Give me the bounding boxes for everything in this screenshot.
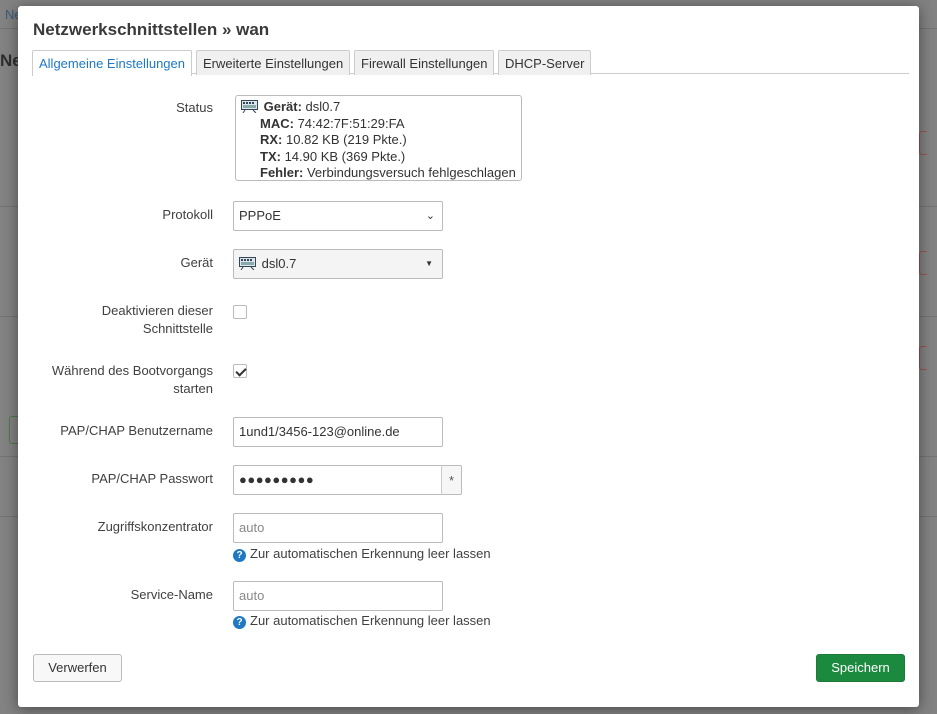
chevron-down-icon: ⌄ (425, 210, 435, 222)
service-name-input[interactable]: auto (233, 581, 443, 611)
save-button[interactable]: Speichern (816, 654, 905, 682)
disable-interface-checkbox[interactable] (233, 305, 247, 319)
username-input[interactable]: 1und1/3456-123@online.de (233, 417, 443, 447)
device-select[interactable]: dsl0.7 ▼ (233, 249, 443, 279)
caret-down-icon: ▼ (425, 259, 433, 268)
interface-edit-modal: Netzwerkschnittstellen » wan Allgemeine … (18, 6, 919, 707)
password-input[interactable]: ●●●●●●●●● (233, 465, 442, 495)
background-button-edge (919, 131, 927, 155)
tab-general-settings[interactable]: Allgemeine Einstellungen (32, 50, 192, 76)
network-port-icon (239, 256, 262, 271)
disable-interface-label: Deaktivieren dieser Schnittstelle (18, 302, 213, 338)
access-concentrator-input[interactable]: auto (233, 513, 443, 543)
tab-dhcp-server[interactable]: DHCP-Server (498, 50, 592, 75)
status-error-key: Fehler: (260, 165, 304, 180)
tab-bar: Allgemeine Einstellungen Erweiterte Eins… (32, 50, 909, 76)
device-label: Gerät (180, 255, 213, 270)
tab-advanced-settings[interactable]: Erweiterte Einstellungen (196, 50, 351, 75)
status-mac-value: 74:42:7F:51:29:FA (297, 115, 405, 131)
status-rx-key: RX: (260, 132, 283, 147)
status-mac-key: MAC: (260, 115, 294, 131)
password-label: PAP/CHAP Passwort (91, 471, 213, 486)
protocol-value: PPPoE (239, 208, 281, 223)
bringup-on-boot-checkbox[interactable] (233, 364, 247, 378)
service-name-hint-text: Zur automatischen Erkennung leer lassen (250, 613, 491, 628)
modal-title: Netzwerkschnittstellen » wan (33, 20, 270, 39)
service-name-hint: ? Zur automatischen Erkennung leer lassen (233, 613, 491, 629)
username-label: PAP/CHAP Benutzername (60, 423, 213, 438)
bringup-on-boot-label-line1: Während des Bootvorgangs (51, 363, 213, 378)
access-concentrator-hint-text: Zur automatischen Erkennung leer lassen (250, 546, 491, 561)
status-rx-value: 10.82 KB (219 Pkte.) (286, 132, 407, 147)
status-tx-value: 14.90 KB (369 Pkte.) (284, 148, 406, 164)
password-reveal-button[interactable]: * (441, 465, 462, 495)
background-button-edge (919, 346, 927, 370)
network-port-icon (241, 99, 264, 114)
disable-interface-label-line2: Schnittstelle (142, 321, 213, 336)
status-error-value: Verbindungsversuch fehlgeschlagen (306, 165, 516, 180)
background-button-edge (919, 251, 927, 275)
tab-firewall-settings[interactable]: Firewall Einstellungen (354, 50, 495, 75)
protocol-label: Protokoll (162, 207, 213, 222)
bringup-on-boot-label-line2: starten (173, 381, 213, 396)
status-device-key: Gerät: (263, 99, 302, 114)
protocol-select[interactable]: PPPoE ⌄ (233, 201, 443, 231)
help-icon: ? (233, 616, 246, 629)
status-label: Status (176, 100, 213, 115)
disable-interface-label-line1: Deaktivieren dieser (101, 303, 213, 318)
bringup-on-boot-label: Während des Bootvorgangs starten (18, 362, 213, 398)
status-device-value: dsl0.7 (305, 99, 341, 114)
help-icon: ? (233, 549, 246, 562)
access-concentrator-label: Zugriffskonzentrator (97, 519, 213, 534)
status-tx-key: TX: (260, 148, 281, 164)
device-value: dsl0.7 (261, 256, 297, 271)
status-box: Gerät: dsl0.7 MAC: 74:42:7F:51:29:FA RX:… (235, 95, 522, 181)
service-name-label: Service-Name (130, 587, 213, 602)
access-concentrator-hint: ? Zur automatischen Erkennung leer lassen (233, 546, 491, 562)
dismiss-button[interactable]: Verwerfen (33, 654, 122, 682)
